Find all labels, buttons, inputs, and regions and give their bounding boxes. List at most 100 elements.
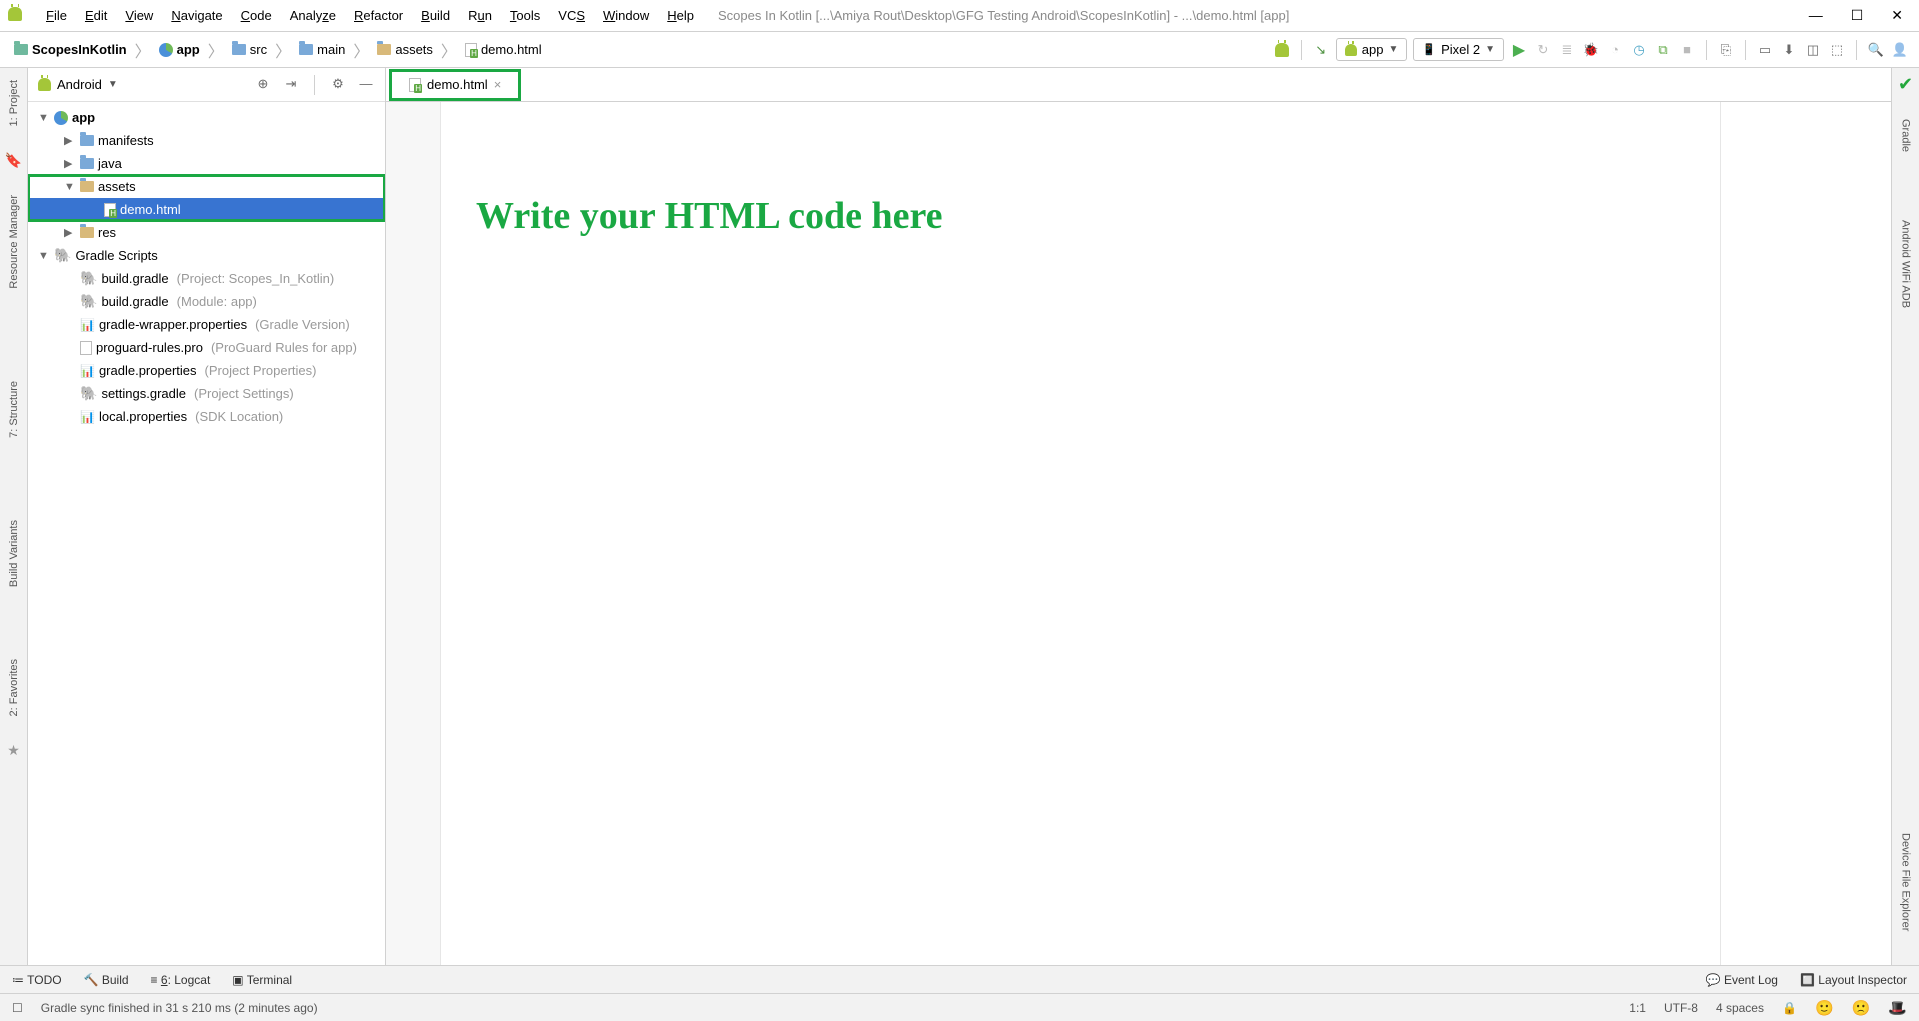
tree-assets[interactable]: ▼assets	[28, 175, 385, 198]
tree-demo-html[interactable]: demo.html	[28, 198, 385, 221]
menu-navigate[interactable]: Navigate	[163, 6, 230, 25]
app-icon	[8, 7, 26, 25]
avd-manager-icon[interactable]: ▭	[1756, 41, 1774, 59]
apply-changes-icon[interactable]: ↻	[1534, 41, 1552, 59]
search-icon[interactable]: 🔍	[1867, 41, 1885, 59]
select-opened-file-icon[interactable]: ⊕	[254, 75, 272, 93]
editor-body: Write your HTML code here	[386, 102, 1891, 965]
rail-resource-manager[interactable]: Resource Manager	[8, 189, 20, 295]
bottom-event-log[interactable]: 💬 Event Log	[1706, 973, 1778, 987]
status-emoji-frown[interactable]: 🙁	[1852, 999, 1871, 1017]
tree-proguard[interactable]: proguard-rules.pro(ProGuard Rules for ap…	[28, 336, 385, 359]
tree-java[interactable]: ▶java	[28, 152, 385, 175]
attach-debugger-icon[interactable]: ⧉	[1654, 41, 1672, 59]
bottom-logcat[interactable]: ≡ 6: Logcat	[151, 973, 211, 987]
crumb-app[interactable]: app	[155, 40, 204, 59]
status-message: Gradle sync finished in 31 s 210 ms (2 m…	[41, 1001, 318, 1015]
menu-window[interactable]: Window	[595, 6, 657, 25]
activity-restart-icon[interactable]: ≣	[1558, 41, 1576, 59]
menu-help[interactable]: Help	[659, 6, 702, 25]
tree-local-properties[interactable]: 📊local.properties(SDK Location)	[28, 405, 385, 428]
crumb-file[interactable]: demo.html	[461, 40, 546, 59]
project-view-dropdown[interactable]: Android ▼	[38, 77, 118, 92]
user-icon[interactable]: 👤	[1891, 41, 1909, 59]
tree-app[interactable]: ▼app	[28, 106, 385, 129]
bottom-layout-inspector[interactable]: 🔲 Layout Inspector	[1800, 973, 1907, 987]
breadcrumb: ScopesInKotlin〉 app〉 src〉 main〉 assets〉 …	[10, 38, 546, 62]
tab-demo-html[interactable]: demo.html ×	[390, 70, 520, 100]
rail-star-icon[interactable]: ★	[7, 742, 20, 759]
tree-gradle-properties[interactable]: 📊gradle.properties(Project Properties)	[28, 359, 385, 382]
tab-label: demo.html	[427, 77, 488, 92]
hide-panel-icon[interactable]: —	[357, 75, 375, 93]
profile-icon[interactable]: ◷	[1630, 41, 1648, 59]
close-button[interactable]: ✕	[1891, 7, 1903, 24]
status-encoding[interactable]: UTF-8	[1664, 1001, 1698, 1015]
menu-tools[interactable]: Tools	[502, 6, 548, 25]
stop-icon[interactable]: ■	[1678, 41, 1696, 59]
device-dropdown[interactable]: 📱Pixel 2▼	[1413, 38, 1504, 61]
tree-res[interactable]: ▶res	[28, 221, 385, 244]
menu-vcs[interactable]: VCS	[550, 6, 593, 25]
rail-bookmark-icon[interactable]: 🔖	[5, 152, 22, 169]
rail-project[interactable]: 1: Project	[8, 74, 20, 132]
editor-preview[interactable]: Write your HTML code here	[441, 102, 1721, 965]
menu-build[interactable]: Build	[413, 6, 458, 25]
project-structure-icon[interactable]: ⬚	[1828, 41, 1846, 59]
menu-code[interactable]: Code	[233, 6, 280, 25]
maximize-button[interactable]: ☐	[1851, 7, 1864, 24]
close-tab-icon[interactable]: ×	[494, 77, 502, 92]
status-lock-icon[interactable]: 🔒	[1782, 1001, 1797, 1015]
sdk-manager-icon[interactable]: ⬇	[1780, 41, 1798, 59]
bottom-todo[interactable]: ≔ TODO	[12, 973, 62, 987]
preview-heading: Write your HTML code here	[476, 192, 976, 241]
crumb-project[interactable]: ScopesInKotlin	[10, 40, 131, 59]
rail-device-file-explorer[interactable]: Device File Explorer	[1900, 827, 1912, 937]
rail-build-variants[interactable]: Build Variants	[8, 514, 20, 593]
run-config-dropdown[interactable]: app▼	[1336, 38, 1408, 61]
status-caret-pos[interactable]: 1:1	[1629, 1001, 1646, 1015]
status-icon[interactable]: ☐	[12, 1001, 23, 1015]
coverage-icon[interactable]: ◔	[1606, 41, 1624, 59]
gear-icon[interactable]: ⚙	[329, 75, 347, 93]
titlebar: File Edit View Navigate Code Analyze Ref…	[0, 0, 1919, 32]
status-indent[interactable]: 4 spaces	[1716, 1001, 1764, 1015]
collapse-all-icon[interactable]: ⇥	[282, 75, 300, 93]
status-emoji-gift[interactable]: 🎩	[1888, 999, 1907, 1017]
highlight-assets-group: ▼assets demo.html	[28, 175, 385, 221]
vcs-icon[interactable]: ⎘	[1717, 41, 1735, 59]
status-emoji-smile[interactable]: 🙂	[1815, 999, 1834, 1017]
toolbar: ScopesInKotlin〉 app〉 src〉 main〉 assets〉 …	[0, 32, 1919, 68]
crumb-src[interactable]: src	[228, 40, 271, 59]
sync-icon[interactable]	[1273, 41, 1291, 59]
tree-gradle-wrapper[interactable]: 📊gradle-wrapper.properties(Gradle Versio…	[28, 313, 385, 336]
resource-manager-icon[interactable]: ◫	[1804, 41, 1822, 59]
status-bar: ☐ Gradle sync finished in 31 s 210 ms (2…	[0, 993, 1919, 1021]
debug-icon[interactable]: 🐞	[1582, 41, 1600, 59]
menu-refactor[interactable]: Refactor	[346, 6, 411, 25]
rail-gradle[interactable]: Gradle	[1900, 113, 1912, 158]
tree-build-gradle-project[interactable]: 🐘build.gradle(Project: Scopes_In_Kotlin)	[28, 267, 385, 290]
menu-run[interactable]: Run	[460, 6, 500, 25]
rail-structure[interactable]: 7: Structure	[8, 375, 20, 444]
run-icon[interactable]: ▶	[1510, 41, 1528, 59]
bottom-build[interactable]: 🔨 Build	[84, 973, 129, 987]
inspections-ok-icon[interactable]: ✔	[1898, 74, 1913, 95]
tree-manifests[interactable]: ▶manifests	[28, 129, 385, 152]
tree-build-gradle-module[interactable]: 🐘build.gradle(Module: app)	[28, 290, 385, 313]
minimize-button[interactable]: —	[1809, 7, 1823, 24]
menu-analyze[interactable]: Analyze	[282, 6, 344, 25]
editor-gutter[interactable]	[386, 102, 441, 965]
tree-gradle-scripts[interactable]: ▼🐘Gradle Scripts	[28, 244, 385, 267]
bottom-terminal[interactable]: ▣ Terminal	[232, 973, 292, 987]
rail-wifi-adb[interactable]: Android WiFi ADB	[1900, 214, 1912, 314]
menu-edit[interactable]: Edit	[77, 6, 115, 25]
project-tree[interactable]: ▼app ▶manifests ▶java ▼assets demo.html …	[28, 102, 385, 965]
crumb-assets[interactable]: assets	[373, 40, 437, 59]
crumb-main[interactable]: main	[295, 40, 349, 59]
menu-file[interactable]: File	[38, 6, 75, 25]
hammer-icon[interactable]: ↘	[1312, 41, 1330, 59]
tree-settings-gradle[interactable]: 🐘settings.gradle(Project Settings)	[28, 382, 385, 405]
rail-favorites[interactable]: 2: Favorites	[8, 653, 20, 722]
menu-view[interactable]: View	[117, 6, 161, 25]
